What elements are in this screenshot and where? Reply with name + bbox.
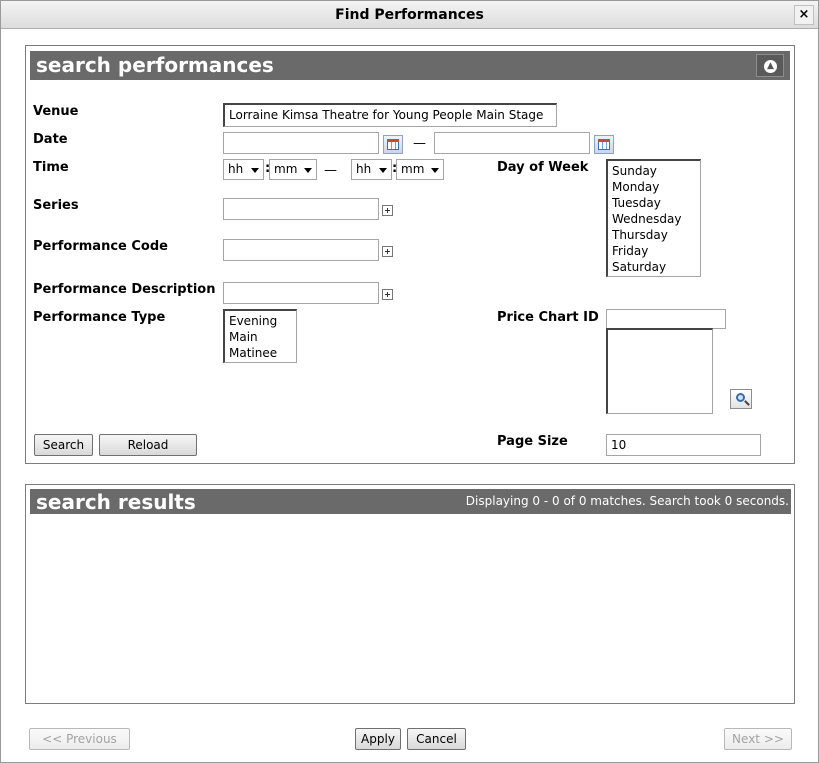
dropdown-arrow-icon xyxy=(379,168,387,173)
performance-code-label: Performance Code xyxy=(33,239,168,254)
price-chart-id-input[interactable] xyxy=(606,309,726,329)
date-to-input[interactable] xyxy=(434,132,590,154)
find-performances-dialog: Find Performances × search performances … xyxy=(0,0,819,763)
performance-description-input[interactable] xyxy=(223,282,379,304)
calendar-icon xyxy=(387,139,399,150)
search-panel-header: search performances ▲ xyxy=(30,51,790,80)
search-panel-title: search performances xyxy=(36,53,274,77)
time-to-hour-value: hh xyxy=(356,162,372,176)
date-range-separator: — xyxy=(413,136,426,151)
day-of-week-listbox[interactable]: Sunday Monday Tuesday Wednesday Thursday… xyxy=(606,159,701,277)
results-status: Displaying 0 - 0 of 0 matches. Search to… xyxy=(465,494,789,508)
close-button[interactable]: × xyxy=(794,5,814,25)
time-from-hour-value: hh xyxy=(228,162,244,176)
dropdown-arrow-icon xyxy=(431,168,439,173)
dialog-title: Find Performances xyxy=(335,7,484,23)
collapse-up-icon: ▲ xyxy=(764,60,777,73)
dropdown-arrow-icon xyxy=(251,168,259,173)
page-size-label: Page Size xyxy=(497,434,568,449)
next-button[interactable]: Next >> xyxy=(724,728,792,750)
date-from-calendar-button[interactable] xyxy=(383,135,403,154)
series-label: Series xyxy=(33,198,79,213)
day-option[interactable]: Monday xyxy=(612,179,696,195)
performance-type-option[interactable]: Evening xyxy=(229,313,292,329)
collapse-button[interactable]: ▲ xyxy=(756,54,784,77)
day-option[interactable]: Saturday xyxy=(612,259,696,275)
series-input[interactable] xyxy=(223,198,379,220)
results-panel-title: search results xyxy=(36,490,196,514)
search-button[interactable]: Search xyxy=(34,434,93,456)
price-chart-id-listbox[interactable] xyxy=(606,328,713,414)
results-panel-header: search results Displaying 0 - 0 of 0 mat… xyxy=(30,489,791,514)
results-panel: search results Displaying 0 - 0 of 0 mat… xyxy=(25,484,795,704)
day-option[interactable]: Sunday xyxy=(612,163,696,179)
dropdown-arrow-icon xyxy=(304,168,312,173)
price-chart-id-label: Price Chart ID xyxy=(497,310,599,325)
venue-label: Venue xyxy=(33,104,79,119)
day-option[interactable]: Thursday xyxy=(612,227,696,243)
cancel-button[interactable]: Cancel xyxy=(407,728,466,750)
performance-description-add-icon[interactable] xyxy=(382,289,393,300)
performance-type-listbox[interactable]: Evening Main Matinee xyxy=(223,309,297,363)
price-chart-lookup-button[interactable] xyxy=(730,389,752,409)
time-to-hour-select[interactable]: hh xyxy=(351,159,392,180)
time-range-separator: — xyxy=(324,163,337,178)
day-option[interactable]: Friday xyxy=(612,243,696,259)
date-to-calendar-button[interactable] xyxy=(594,135,614,154)
previous-button[interactable]: << Previous xyxy=(29,728,130,750)
day-option[interactable]: Tuesday xyxy=(612,195,696,211)
series-add-icon[interactable] xyxy=(382,205,393,216)
page-size-input[interactable]: 10 xyxy=(606,434,761,456)
time-from-minute-value: mm xyxy=(274,162,298,176)
performance-type-option[interactable]: Main xyxy=(229,329,292,345)
time-to-minute-select[interactable]: mm xyxy=(396,159,444,180)
day-option[interactable]: Wednesday xyxy=(612,211,696,227)
time-from-hour-select[interactable]: hh xyxy=(223,159,264,180)
apply-button[interactable]: Apply xyxy=(355,728,401,750)
title-bar: Find Performances × xyxy=(1,1,818,29)
performance-description-label: Performance Description xyxy=(33,282,216,297)
performance-type-option[interactable]: Matinee xyxy=(229,345,292,361)
performance-type-label: Performance Type xyxy=(33,310,166,325)
performance-code-add-icon[interactable] xyxy=(382,246,393,257)
date-from-input[interactable] xyxy=(223,132,379,154)
time-from-minute-select[interactable]: mm xyxy=(269,159,317,180)
venue-input[interactable]: Lorraine Kimsa Theatre for Young People … xyxy=(223,103,557,127)
time-to-minute-value: mm xyxy=(401,162,425,176)
time-label: Time xyxy=(33,160,69,175)
performance-code-input[interactable] xyxy=(223,239,379,261)
day-of-week-label: Day of Week xyxy=(497,160,589,175)
search-panel: search performances ▲ Venue Lorraine Kim… xyxy=(25,45,795,464)
reload-button[interactable]: Reload xyxy=(99,434,197,456)
calendar-icon xyxy=(598,139,610,150)
date-label: Date xyxy=(33,132,68,147)
